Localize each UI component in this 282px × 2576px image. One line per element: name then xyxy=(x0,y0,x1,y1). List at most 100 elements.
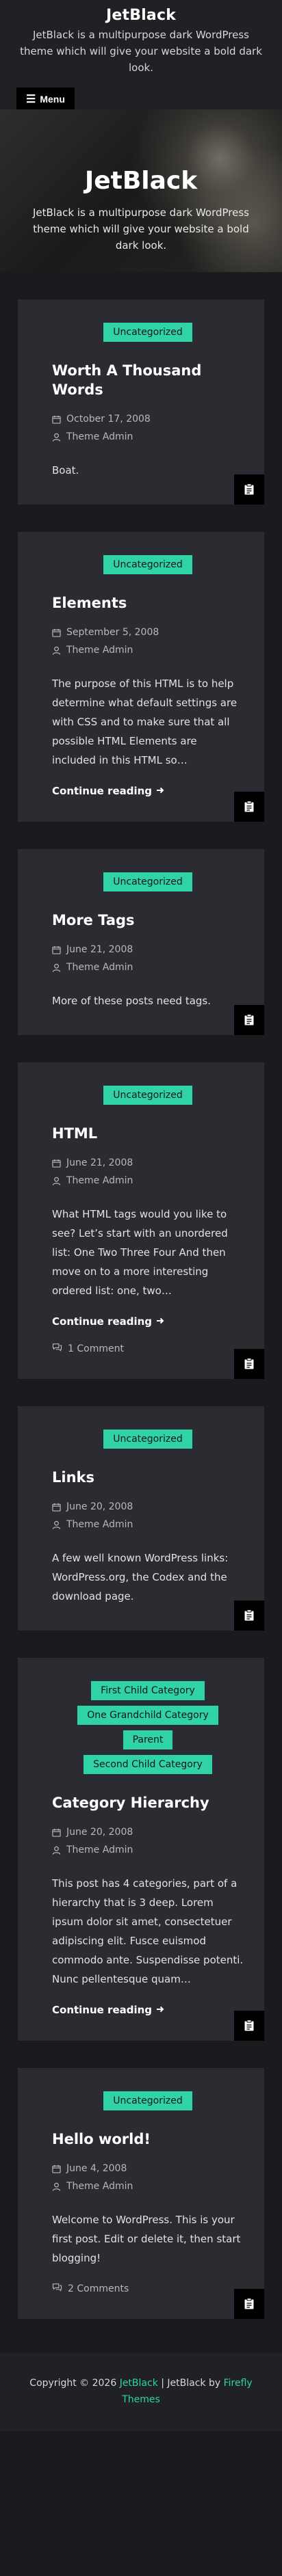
post-card: Uncategorized Hello world! June 4, 2008 … xyxy=(18,2068,264,2319)
post-card: Uncategorized Worth A Thousand Words Oct… xyxy=(18,299,264,505)
post-excerpt: The purpose of this HTML is to help dete… xyxy=(52,677,238,766)
post-author-text: Theme Admin xyxy=(66,962,133,973)
calendar-icon xyxy=(52,945,61,954)
post-categories: First Child Category One Grandchild Categ… xyxy=(38,1681,257,1774)
user-icon xyxy=(52,1846,61,1855)
post-date[interactable]: June 4, 2008 xyxy=(52,2160,244,2177)
post-author[interactable]: Theme Admin xyxy=(52,428,244,446)
comments-link[interactable]: 2 Comments xyxy=(52,2283,244,2294)
category-badge[interactable]: Uncategorized xyxy=(103,555,192,574)
calendar-icon xyxy=(52,1159,61,1168)
post-author[interactable]: Theme Admin xyxy=(52,1172,244,1190)
post-author[interactable]: Theme Admin xyxy=(52,1516,244,1533)
post-format-icon[interactable] xyxy=(234,1600,264,1631)
continue-reading-label: Continue reading xyxy=(52,1315,153,1328)
footer-site-link[interactable]: JetBlack xyxy=(120,2378,158,2389)
menu-label: Menu xyxy=(40,94,65,105)
post-author[interactable]: Theme Admin xyxy=(52,958,244,976)
user-icon xyxy=(52,1520,61,1529)
site-title[interactable]: JetBlack xyxy=(0,7,282,24)
continue-reading-link[interactable]: Continue reading xyxy=(52,785,164,797)
post-date-text: October 17, 2008 xyxy=(66,414,151,425)
post-date-text: June 4, 2008 xyxy=(66,2163,127,2174)
post-author-text: Theme Admin xyxy=(66,1844,133,1855)
category-badge[interactable]: Parent xyxy=(123,1730,173,1749)
continue-reading-link[interactable]: Continue reading xyxy=(52,1315,164,1328)
calendar-icon xyxy=(52,628,61,637)
category-badge[interactable]: Uncategorized xyxy=(103,323,192,342)
footer-credit: | JetBlack by xyxy=(157,2378,224,2389)
post-date[interactable]: October 17, 2008 xyxy=(52,410,244,428)
calendar-icon xyxy=(52,2164,61,2173)
user-icon xyxy=(52,963,61,972)
post-categories: Uncategorized xyxy=(38,1086,257,1105)
post-format-icon[interactable] xyxy=(234,1005,264,1035)
post-title[interactable]: Elements xyxy=(52,593,244,613)
category-badge[interactable]: Second Child Category xyxy=(84,1755,212,1774)
post-format-icon[interactable] xyxy=(234,1349,264,1379)
post-title[interactable]: Worth A Thousand Words xyxy=(52,361,244,399)
document-icon xyxy=(244,2298,254,2309)
category-badge[interactable]: Uncategorized xyxy=(103,1430,192,1449)
arrow-right-icon xyxy=(156,1315,164,1328)
continue-reading-link[interactable]: Continue reading xyxy=(52,2004,164,2016)
calendar-icon xyxy=(52,415,61,424)
comments-link[interactable]: 1 Comment xyxy=(52,1343,244,1354)
post-date[interactable]: June 21, 2008 xyxy=(52,941,244,958)
post-title[interactable]: HTML xyxy=(52,1124,244,1143)
category-badge[interactable]: Uncategorized xyxy=(103,1086,192,1105)
site-header: JetBlack JetBlack is a multipurpose dark… xyxy=(0,0,282,111)
post-card: Uncategorized Elements September 5, 2008… xyxy=(18,532,264,822)
comment-icon xyxy=(52,1343,62,1354)
post-card: Uncategorized HTML June 21, 2008 Theme A… xyxy=(18,1062,264,1379)
post-title[interactable]: More Tags xyxy=(52,911,244,930)
post-author-text: Theme Admin xyxy=(66,1175,133,1186)
post-excerpt: A few well known WordPress links: WordPr… xyxy=(52,1552,229,1602)
user-icon xyxy=(52,646,61,655)
post-format-icon[interactable] xyxy=(234,474,264,505)
posts-list: Uncategorized Worth A Thousand Words Oct… xyxy=(0,272,282,2319)
menu-button[interactable]: ☰ Menu xyxy=(16,88,75,111)
post-categories: Uncategorized xyxy=(38,555,257,574)
post-categories: Uncategorized xyxy=(38,872,257,891)
arrow-right-icon xyxy=(156,785,164,797)
post-date-text: June 21, 2008 xyxy=(66,1157,133,1168)
category-badge[interactable]: One Grandchild Category xyxy=(77,1706,218,1725)
post-author[interactable]: Theme Admin xyxy=(52,641,244,659)
post-format-icon[interactable] xyxy=(234,792,264,822)
calendar-icon xyxy=(52,1828,61,1837)
site-tagline: JetBlack is a multipurpose dark WordPres… xyxy=(20,29,262,74)
document-icon xyxy=(244,2020,254,2031)
arrow-right-icon xyxy=(156,2004,164,2016)
post-date[interactable]: June 20, 2008 xyxy=(52,1823,244,1841)
post-card: Uncategorized More Tags June 21, 2008 Th… xyxy=(18,849,264,1035)
post-format-icon[interactable] xyxy=(234,2289,264,2319)
post-date[interactable]: June 20, 2008 xyxy=(52,1498,244,1516)
post-title[interactable]: Links xyxy=(52,1468,244,1487)
document-icon xyxy=(244,483,254,495)
post-format-icon[interactable] xyxy=(234,2011,264,2041)
category-badge[interactable]: Uncategorized xyxy=(103,2091,192,2110)
user-icon xyxy=(52,1177,61,1185)
hero-description: JetBlack is a multipurpose dark WordPres… xyxy=(32,206,249,252)
post-date[interactable]: June 21, 2008 xyxy=(52,1154,244,1172)
post-author[interactable]: Theme Admin xyxy=(52,2177,244,2195)
post-title[interactable]: Category Hierarchy xyxy=(52,1793,244,1812)
user-icon xyxy=(52,2182,61,2191)
post-title[interactable]: Hello world! xyxy=(52,2130,244,2149)
post-author-text: Theme Admin xyxy=(66,1519,133,1530)
comments-count: 1 Comment xyxy=(68,1343,124,1354)
post-date-text: June 20, 2008 xyxy=(66,1501,133,1512)
continue-reading-label: Continue reading xyxy=(52,2004,153,2016)
post-excerpt: Welcome to WordPress. This is your first… xyxy=(52,2214,241,2264)
post-card: First Child Category One Grandchild Categ… xyxy=(18,1658,264,2041)
hero-title: JetBlack xyxy=(84,167,198,195)
comments-count: 2 Comments xyxy=(68,2283,129,2294)
document-icon xyxy=(244,1609,254,1621)
post-author-text: Theme Admin xyxy=(66,431,133,442)
category-badge[interactable]: Uncategorized xyxy=(103,872,192,891)
category-badge[interactable]: First Child Category xyxy=(91,1681,205,1700)
post-author[interactable]: Theme Admin xyxy=(52,1841,244,1859)
post-date[interactable]: September 5, 2008 xyxy=(52,623,244,641)
comment-icon xyxy=(52,2283,62,2294)
